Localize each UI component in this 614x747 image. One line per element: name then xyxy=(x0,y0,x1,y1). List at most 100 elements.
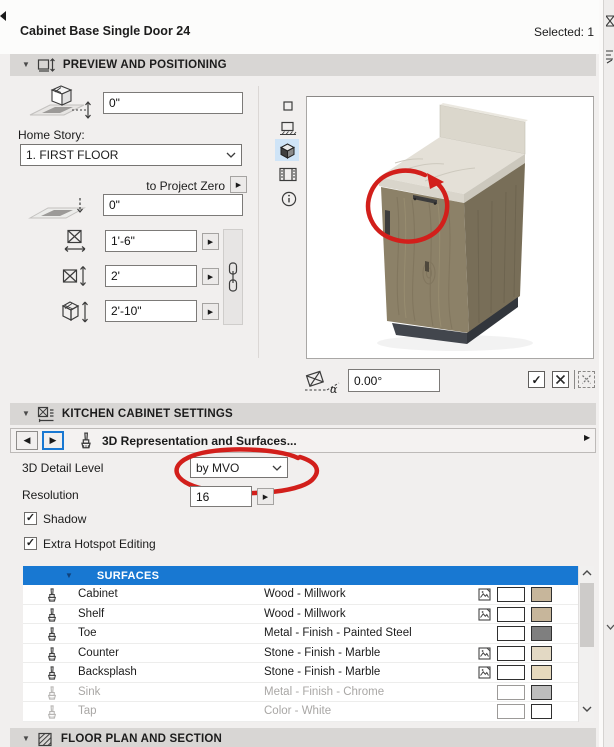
section-header-floor-plan-section[interactable]: ▼ FLOOR PLAN AND SECTION xyxy=(10,728,596,747)
depth-flyout-button[interactable]: ▶ xyxy=(202,268,219,285)
shadow-checkbox-checked[interactable]: ✓ xyxy=(24,512,37,525)
section-header-preview-positioning[interactable]: ▼ PREVIEW AND POSITIONING xyxy=(10,54,596,76)
plan-square-icon xyxy=(283,101,293,111)
link-dimensions-button[interactable] xyxy=(223,229,243,325)
section-header-kitchen-cabinet-settings[interactable]: ▼ KITCHEN CABINET SETTINGS xyxy=(10,403,596,425)
preview-elevation-button[interactable] xyxy=(278,120,298,137)
collapse-triangle-icon[interactable]: ▼ xyxy=(22,61,30,69)
surfaces-table: Cabinet Wood - Millwork Shelf Wood - Mil… xyxy=(23,585,578,722)
chevron-up-icon xyxy=(582,570,592,576)
height-input[interactable] xyxy=(105,300,197,322)
table-row-backsplash[interactable]: Backsplash Stone - Finish - Marble xyxy=(23,663,578,683)
panel-divider xyxy=(258,86,259,358)
surface-material[interactable]: Metal - Finish - Painted Steel xyxy=(264,627,412,639)
detail-level-select[interactable]: by MVO xyxy=(190,457,288,478)
surface-material[interactable]: Stone - Finish - Marble xyxy=(264,647,380,659)
home-story-select[interactable]: 1. FIRST FLOOR xyxy=(20,144,242,166)
surface-pen-swatch[interactable] xyxy=(497,587,525,602)
surface-brush-icon xyxy=(45,647,59,662)
surface-name: Counter xyxy=(78,646,119,659)
table-row-shelf[interactable]: Shelf Wood - Millwork xyxy=(23,605,578,624)
surface-name: Sink xyxy=(78,685,101,698)
surface-material[interactable]: Stone - Finish - Marble xyxy=(264,666,380,678)
scroll-up-button[interactable] xyxy=(579,566,595,580)
surfaces-table-header[interactable]: ▼ SURFACES xyxy=(23,566,578,585)
width-flyout-button[interactable]: ▶ xyxy=(202,233,219,250)
preview-animation-button[interactable] xyxy=(278,166,298,183)
surface-pen-swatch[interactable] xyxy=(497,606,525,622)
table-row-counter[interactable]: Counter Stone - Finish - Marble xyxy=(23,644,578,663)
panel-collapse-arrow-icon[interactable] xyxy=(0,11,6,21)
surface-color-swatch[interactable] xyxy=(531,626,552,641)
texture-icon xyxy=(478,608,491,621)
preview-2d-plan-button[interactable] xyxy=(281,99,295,113)
scrollbar-thumb[interactable] xyxy=(580,583,594,647)
tab-scroll-right-icon[interactable]: ▶ xyxy=(584,433,590,442)
width-input[interactable] xyxy=(105,230,197,252)
section-title: FLOOR PLAN AND SECTION xyxy=(60,733,223,745)
surface-pen-swatch[interactable] xyxy=(497,645,525,661)
surface-pen-swatch[interactable] xyxy=(497,626,525,641)
surface-color-swatch[interactable] xyxy=(531,587,552,602)
rotation-input[interactable] xyxy=(348,369,440,392)
cropped-side-palette xyxy=(603,0,614,747)
texture-icon xyxy=(478,647,491,660)
chevron-down-icon[interactable] xyxy=(606,624,614,630)
detail-level-label: 3D Detail Level xyxy=(22,461,104,475)
collapse-triangle-icon[interactable]: ▼ xyxy=(65,571,73,580)
chevron-down-icon xyxy=(272,465,282,471)
depth-input[interactable] xyxy=(105,265,197,287)
surface-name: Shelf xyxy=(78,607,105,620)
top-elevation-input[interactable] xyxy=(103,92,243,114)
extra-hotspot-checkbox-checked[interactable]: ✓ xyxy=(24,537,37,550)
height-flyout-button[interactable]: ▶ xyxy=(202,303,219,320)
surfaces-header-title: SURFACES xyxy=(96,569,160,582)
table-scrollbar[interactable] xyxy=(578,566,594,722)
extra-hotspot-label: Extra Hotspot Editing xyxy=(43,537,156,551)
tab-previous-button[interactable]: ◀ xyxy=(16,431,38,450)
surface-color-swatch[interactable] xyxy=(531,606,552,622)
surface-color-swatch[interactable] xyxy=(531,645,552,661)
x-dashed-icon xyxy=(582,375,591,384)
collapse-triangle-icon[interactable]: ▼ xyxy=(22,735,30,743)
x-icon xyxy=(555,374,566,385)
scroll-down-button[interactable] xyxy=(579,702,595,716)
preview-info-button[interactable] xyxy=(280,190,297,207)
preview-mirror-toggle[interactable] xyxy=(552,371,569,388)
flyout-arrow-icon: ▶ xyxy=(207,238,214,246)
anchor-reference-label[interactable]: to Project Zero xyxy=(100,179,225,193)
resolution-flyout-button[interactable]: ▶ xyxy=(257,488,274,505)
table-row-toe[interactable]: Toe Metal - Finish - Painted Steel xyxy=(23,624,578,644)
right-arrow-icon: ▶ xyxy=(49,435,57,445)
preview-viewport[interactable] xyxy=(306,96,594,359)
surface-brush-icon xyxy=(45,686,59,701)
anchor-flyout-button[interactable]: ▶ xyxy=(230,176,247,193)
preview-3d-view-button-selected[interactable] xyxy=(275,139,299,161)
resolution-input[interactable] xyxy=(190,486,252,507)
surface-pen-swatch[interactable] xyxy=(497,665,525,680)
surface-name: Backsplash xyxy=(78,666,137,678)
tab-next-button-focused[interactable]: ▶ xyxy=(42,431,64,450)
preview-mirror-toggle-dashed[interactable] xyxy=(578,371,595,388)
surface-color-swatch[interactable] xyxy=(531,665,552,680)
floor-plan-icon xyxy=(38,732,52,746)
home-story-value: 1. FIRST FLOOR xyxy=(26,148,119,162)
preview-apply-toggle-checked[interactable]: ✓ xyxy=(528,371,545,388)
surface-material[interactable]: Wood - Millwork xyxy=(264,608,346,620)
cabinet-3d-render xyxy=(365,103,533,351)
chain-link-icon xyxy=(228,262,238,292)
preview-positioning-icon xyxy=(37,57,55,72)
surface-brush-icon xyxy=(45,705,59,720)
surface-pen-swatch xyxy=(497,684,525,700)
bottom-elevation-input[interactable] xyxy=(103,194,243,216)
surface-material[interactable]: Wood - Millwork xyxy=(264,588,346,600)
tab-settings-3d-representation[interactable]: 3D Representation and Surfaces... xyxy=(102,434,297,448)
table-row-cabinet[interactable]: Cabinet Wood - Millwork xyxy=(23,585,578,605)
filmstrip-icon xyxy=(279,167,297,182)
collapse-triangle-icon[interactable]: ▼ xyxy=(22,410,30,418)
svg-text:α: α xyxy=(330,383,338,394)
texture-icon xyxy=(478,666,491,679)
section-title: PREVIEW AND POSITIONING xyxy=(62,59,227,71)
section-title: KITCHEN CABINET SETTINGS xyxy=(61,408,233,420)
elevation-icon xyxy=(280,121,297,135)
